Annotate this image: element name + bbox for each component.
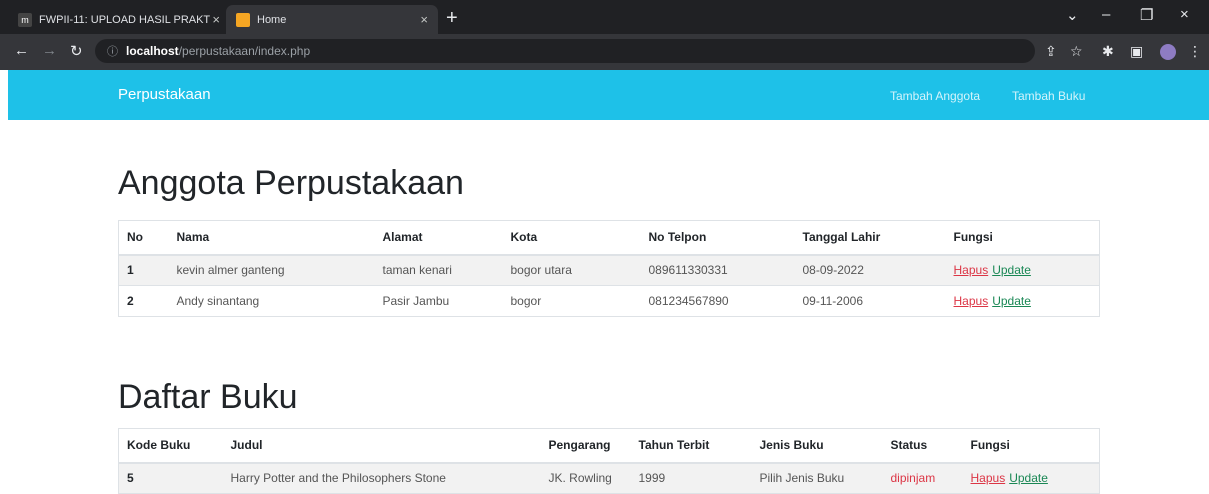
hapus-link[interactable]: Hapus (954, 294, 989, 308)
update-link[interactable]: Update (992, 294, 1031, 308)
column-header: Status (882, 428, 963, 464)
members-table: No Nama Alamat Kota No Telpon Tanggal La… (118, 220, 1100, 317)
close-icon[interactable]: × (420, 12, 428, 27)
column-header: Jenis Buku (751, 428, 883, 464)
cell-lahir: 09-11-2006 (794, 285, 946, 317)
column-header: No (118, 220, 169, 256)
forward-arrow-icon[interactable]: → (42, 42, 57, 59)
new-tab-button[interactable]: + (446, 8, 458, 28)
cell-pengarang: JK. Rowling (540, 462, 631, 494)
column-header: Kota (502, 220, 641, 256)
members-heading: Anggota Perpustakaan (118, 164, 464, 202)
site-navbar: Perpustakaan Tambah Anggota Tambah Buku (8, 70, 1209, 120)
window-close-icon[interactable]: × (1180, 6, 1189, 23)
more-menu-icon[interactable]: ⋮ (1188, 43, 1202, 60)
books-heading: Daftar Buku (118, 378, 298, 416)
update-link[interactable]: Update (1009, 471, 1048, 485)
cell-fungsi: Hapus Update (962, 462, 1100, 494)
hapus-link[interactable]: Hapus (954, 263, 989, 277)
url-host: localhost (126, 44, 179, 58)
home-favicon-icon (236, 12, 250, 27)
tab-title: FWPII-11: UPLOAD HASIL PRAKT (39, 13, 211, 26)
column-header: Tanggal Lahir (794, 220, 946, 256)
table-header-row: No Nama Alamat Kota No Telpon Tanggal La… (118, 220, 1100, 256)
address-bar[interactable]: ⓘ localhost/perpustakaan/index.php (95, 39, 1035, 63)
cell-telpon: 081234567890 (640, 285, 795, 317)
column-header: Fungsi (962, 428, 1100, 464)
table-header-row: Kode Buku Judul Pengarang Tahun Terbit J… (118, 428, 1100, 464)
column-header: Fungsi (945, 220, 1100, 256)
minimize-icon[interactable]: – (1102, 6, 1110, 23)
side-panel-icon[interactable]: ▣ (1130, 43, 1143, 60)
cell-fungsi: Hapus Update (945, 285, 1100, 317)
bookmark-star-icon[interactable]: ☆ (1070, 43, 1083, 60)
moodle-favicon-icon: m (18, 12, 32, 27)
books-table: Kode Buku Judul Pengarang Tahun Terbit J… (118, 428, 1100, 494)
cell-lahir: 08-09-2022 (794, 254, 946, 286)
cell-judul: Harry Potter and the Philosophers Stone (222, 462, 541, 494)
extensions-puzzle-icon[interactable]: ✱ (1102, 43, 1114, 60)
table-row: 5 Harry Potter and the Philosophers Ston… (118, 462, 1100, 494)
tab-search-chevron-icon[interactable]: ⌄ (1066, 6, 1079, 24)
column-header: Pengarang (540, 428, 631, 464)
cell-kota: bogor (502, 285, 641, 317)
browser-tab-strip: m FWPII-11: UPLOAD HASIL PRAKT × Home × … (0, 0, 1209, 34)
cell-nama: kevin almer ganteng (168, 254, 375, 286)
cell-tahun: 1999 (630, 462, 752, 494)
url-path: /perpustakaan/index.php (178, 44, 311, 58)
cell-alamat: taman kenari (374, 254, 503, 286)
browser-tab-home[interactable]: Home × (226, 5, 438, 34)
info-icon[interactable]: ⓘ (107, 43, 118, 59)
restore-icon[interactable]: ❐ (1140, 6, 1153, 24)
share-icon[interactable]: ⇪ (1045, 43, 1057, 60)
column-header: Judul (222, 428, 541, 464)
tab-title: Home (257, 13, 287, 26)
cell-no: 1 (118, 254, 169, 286)
table-row: 1 kevin almer ganteng taman kenari bogor… (118, 254, 1100, 286)
column-header: Nama (168, 220, 375, 256)
cell-fungsi: Hapus Update (945, 254, 1100, 286)
profile-avatar[interactable] (1160, 44, 1176, 60)
column-header: Alamat (374, 220, 503, 256)
navbar-brand[interactable]: Perpustakaan (118, 86, 211, 103)
column-header: No Telpon (640, 220, 795, 256)
table-row: 2 Andy sinantang Pasir Jambu bogor 08123… (118, 285, 1100, 317)
cell-no: 2 (118, 285, 169, 317)
cell-jenis: Pilih Jenis Buku (751, 462, 883, 494)
cell-kota: bogor utara (502, 254, 641, 286)
cell-status: dipinjam (882, 462, 963, 494)
browser-toolbar: ← → ↻ ⓘ localhost/perpustakaan/index.php… (0, 34, 1209, 70)
back-arrow-icon[interactable]: ← (14, 42, 29, 59)
browser-tab-fwpii[interactable]: m FWPII-11: UPLOAD HASIL PRAKT × (8, 5, 230, 34)
cell-nama: Andy sinantang (168, 285, 375, 317)
update-link[interactable]: Update (992, 263, 1031, 277)
cell-telpon: 089611330331 (640, 254, 795, 286)
cell-kode: 5 (118, 462, 223, 494)
reload-icon[interactable]: ↻ (70, 42, 83, 60)
hapus-link[interactable]: Hapus (971, 471, 1006, 485)
cell-alamat: Pasir Jambu (374, 285, 503, 317)
close-icon[interactable]: × (212, 12, 220, 27)
column-header: Kode Buku (118, 428, 223, 464)
nav-tambah-buku[interactable]: Tambah Buku (1012, 89, 1085, 103)
column-header: Tahun Terbit (630, 428, 752, 464)
nav-tambah-anggota[interactable]: Tambah Anggota (890, 89, 980, 103)
